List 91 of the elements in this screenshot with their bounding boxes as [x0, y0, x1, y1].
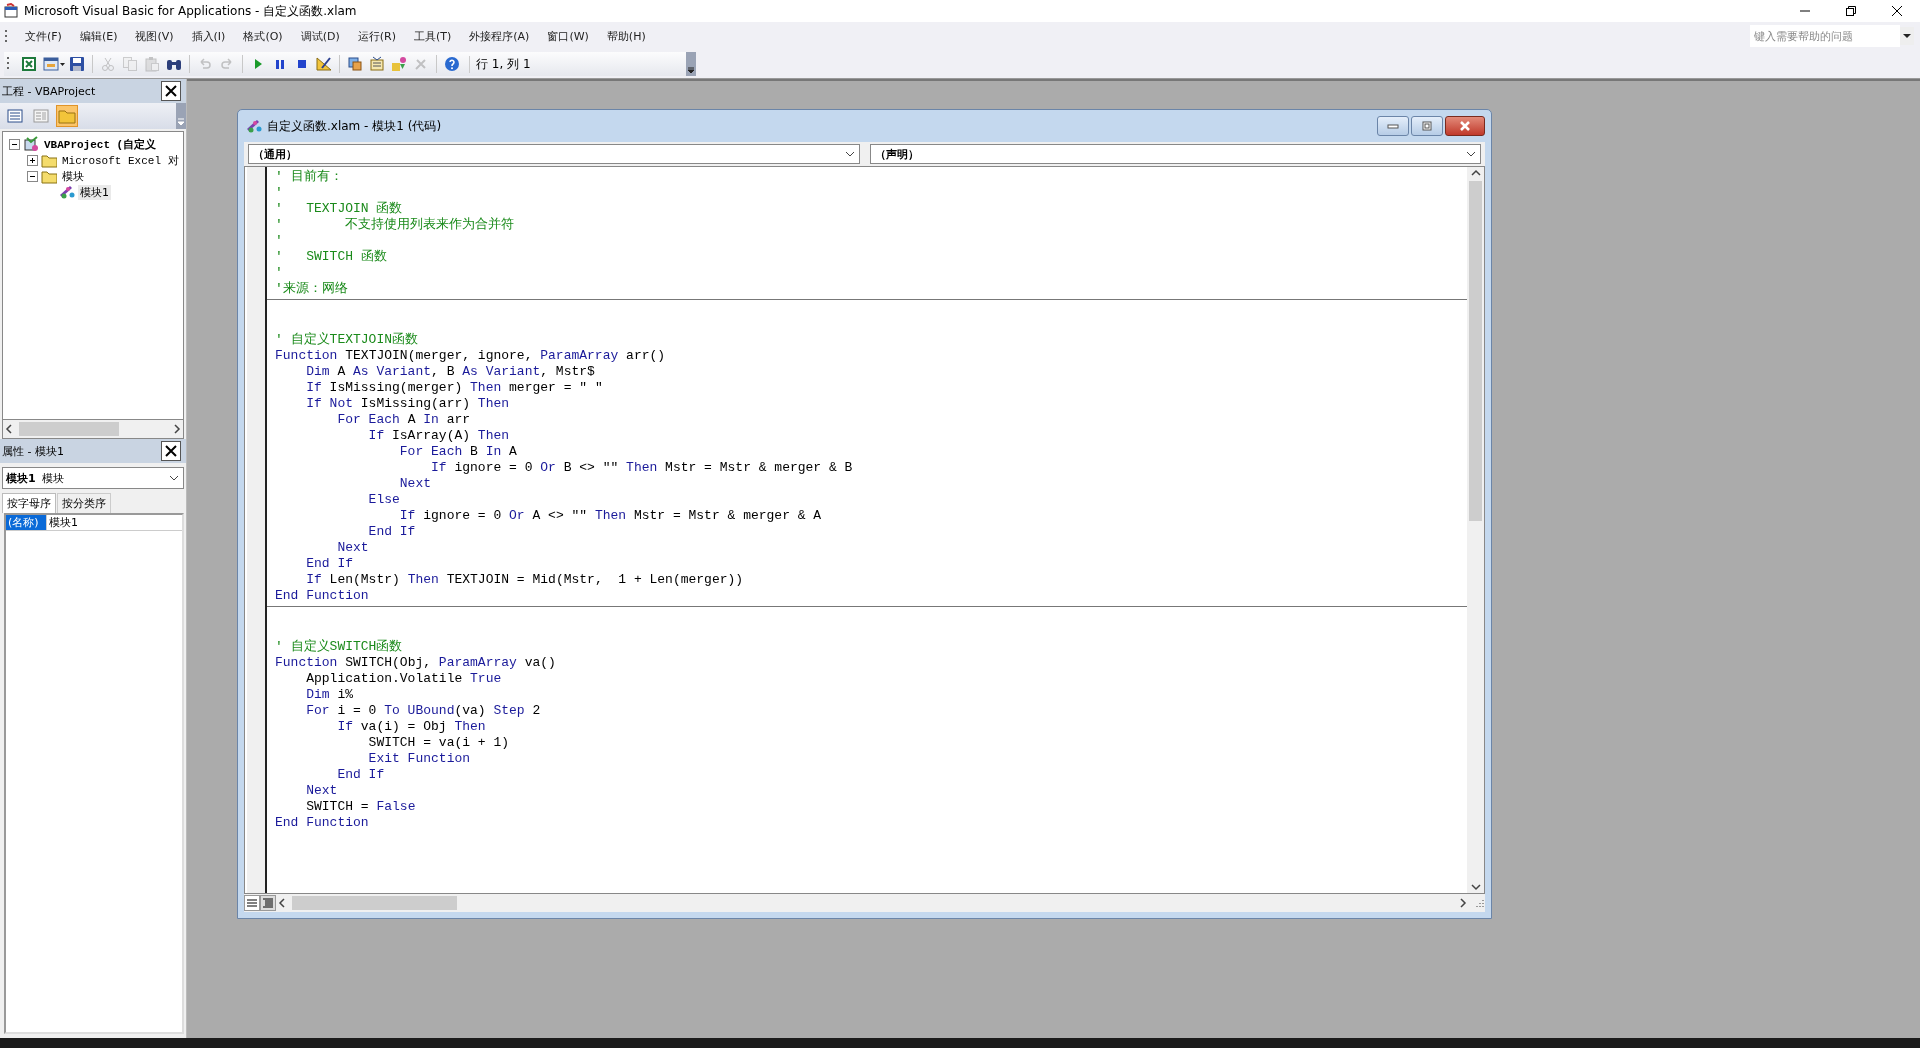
- menu-item[interactable]: 插入(I): [182, 28, 235, 44]
- menu-item[interactable]: 窗口(W): [538, 28, 598, 44]
- tree-item[interactable]: 模块: [60, 168, 86, 184]
- code-comment: ' 自定义TEXTJOIN函数: [275, 332, 418, 348]
- minimize-button[interactable]: [1377, 116, 1409, 136]
- code-line: End If: [367, 524, 416, 540]
- window-title: Microsoft Visual Basic for Applications - 自定义函数.xlam: [24, 2, 357, 20]
- object-type: 模块: [41, 470, 64, 486]
- code-line: If IsArray(A) Then: [367, 428, 510, 444]
- scroll-thumb[interactable]: [19, 422, 119, 436]
- code-line: Function SWITCH(Obj, ParamArray va(): [275, 655, 556, 671]
- code-line: End If: [336, 767, 385, 783]
- menu-item[interactable]: 文件(F): [16, 28, 71, 44]
- code-line: If Len(Mstr) Then TEXTJOIN = Mid(Mstr, 1 + Len(merger)): [305, 572, 744, 588]
- code-line: If IsMissing(merger) Then merger = " ": [305, 380, 603, 396]
- object-name: 模块1: [6, 470, 36, 486]
- code-line: Dim i%: [305, 687, 353, 703]
- expand-icon[interactable]: [27, 154, 38, 166]
- tree-item[interactable]: VBAProject (自定义: [42, 136, 159, 152]
- code-line: SWITCH = False: [305, 799, 416, 815]
- code-comment: ' TEXTJOIN 函数: [275, 201, 403, 217]
- code-comment: ' 目前有：: [275, 169, 343, 185]
- code-comment: ': [275, 265, 283, 281]
- folder-icon: [41, 168, 57, 184]
- restore-icon[interactable]: [1845, 5, 1857, 17]
- menu-item[interactable]: 帮助(H): [597, 28, 655, 44]
- dropdown-arrow-icon[interactable]: [687, 66, 695, 74]
- code-comment: ' 不支持使用列表来作为合并符: [275, 217, 515, 233]
- maximize-button[interactable]: [1411, 116, 1443, 136]
- panel-title: 属性 - 模块1: [2, 443, 64, 459]
- code-line: Dim A As Variant, B As Variant, Mstr$: [305, 364, 595, 380]
- close-icon[interactable]: [1891, 5, 1903, 17]
- procedure-dropdown[interactable]: （声明）: [869, 144, 1481, 164]
- collapse-icon[interactable]: [9, 138, 20, 150]
- minimize-icon[interactable]: [1387, 122, 1399, 130]
- code-line: Else: [367, 492, 400, 508]
- code-line: Function TEXTJOIN(merger, ignore, ParamArray arr(): [275, 348, 666, 364]
- window-title: 自定义函数.xlam - 模块1 (代码): [267, 117, 442, 135]
- menu-item[interactable]: 编辑(E): [70, 28, 127, 44]
- code-comment: ' SWITCH 函数: [275, 249, 387, 265]
- code-line: Next: [398, 476, 432, 492]
- menu-item[interactable]: 视图(V): [126, 28, 183, 44]
- scroll-thumb[interactable]: [292, 896, 457, 910]
- code-line: If Not IsMissing(arr) Then: [305, 396, 510, 412]
- close-button[interactable]: [1445, 116, 1485, 136]
- code-line: Exit Function: [367, 751, 471, 767]
- code-line: If va(i) = Obj Then: [336, 719, 486, 735]
- module-icon: [246, 118, 262, 134]
- tree-item[interactable]: Microsoft Excel 对: [60, 152, 181, 168]
- toolbar-options-button[interactable]: [686, 52, 696, 76]
- vertical-scrollbar[interactable]: [1467, 167, 1484, 893]
- code-line: If ignore = 0 Or B <> "" Then Mstr = Mstr & merger & B: [430, 460, 853, 476]
- collapse-icon[interactable]: [27, 170, 38, 182]
- scroll-thumb[interactable]: [1469, 181, 1482, 521]
- project-icon: [23, 136, 39, 152]
- code-line: Next: [336, 540, 369, 556]
- code-line: For Each A In arr: [336, 412, 471, 428]
- tree-item[interactable]: 模块1: [78, 184, 111, 200]
- property-name[interactable]: (名称): [6, 515, 46, 530]
- code-line: End Function: [275, 815, 369, 831]
- code-line: For Each B In A: [398, 444, 517, 460]
- tab[interactable]: 按字母序: [2, 493, 56, 513]
- code-line: Application.Volatile True: [305, 671, 502, 687]
- property-value[interactable]: 模块1: [46, 515, 182, 530]
- menu-item[interactable]: 外接程序(A): [460, 28, 539, 44]
- panel-title: 工程 - VBAProject: [2, 83, 96, 99]
- code-line: End Function: [275, 588, 369, 604]
- code-comment: '来源：网络: [275, 281, 348, 297]
- code-comment: ' 自定义SWITCH函数: [275, 639, 403, 655]
- code-comment: ': [275, 233, 283, 249]
- grip-handle[interactable]: [4, 28, 8, 44]
- horizontal-scrollbar[interactable]: [276, 895, 1469, 911]
- help-search-field[interactable]: 键入需要帮助的问题: [1750, 25, 1900, 47]
- menu-item[interactable]: 调试(D): [291, 28, 349, 44]
- code-line: SWITCH = va(i + 1): [367, 735, 510, 751]
- object-dropdown[interactable]: （通用）: [248, 144, 860, 164]
- folder-icon: [41, 152, 57, 168]
- code-line: If ignore = 0 Or A <> "" Then Mstr = Mstr & merger & A: [398, 508, 822, 524]
- horizontal-scrollbar[interactable]: [2, 420, 184, 439]
- code-line: End If: [305, 556, 353, 572]
- object-dropdown[interactable]: 模块1 模块: [2, 467, 184, 489]
- menu-item[interactable]: 运行(R): [348, 28, 405, 44]
- code-line: For i = 0 To UBound(va) Step 2: [305, 703, 541, 719]
- menu-item[interactable]: 格式(O): [234, 28, 292, 44]
- tab[interactable]: 按分类序: [57, 493, 111, 513]
- module-icon: [59, 184, 75, 200]
- app-icon: [3, 3, 19, 19]
- menu-item[interactable]: 工具(T): [404, 28, 461, 44]
- code-comment: ': [275, 185, 283, 201]
- code-line: Next: [305, 783, 338, 799]
- maximize-icon[interactable]: [1421, 121, 1433, 131]
